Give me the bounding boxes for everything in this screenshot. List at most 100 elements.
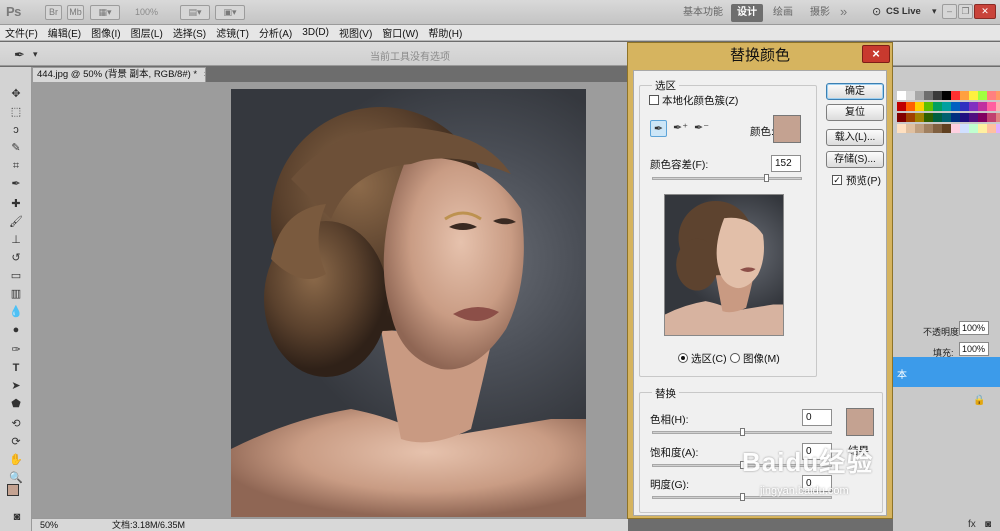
gradient-tool-icon[interactable]: ▥	[9, 287, 23, 301]
color-swatch[interactable]	[978, 91, 987, 100]
color-swatch[interactable]	[969, 91, 978, 100]
layer-lock-icon[interactable]: 🔒	[973, 395, 985, 406]
color-swatch[interactable]	[906, 102, 915, 111]
type-tool-icon[interactable]: T	[9, 361, 23, 375]
menu-file[interactable]: 文件(F)	[0, 25, 43, 40]
color-swatch[interactable]	[915, 91, 924, 100]
color-swatch[interactable]	[960, 102, 969, 111]
eyedropper-icon[interactable]: ✒	[9, 177, 23, 191]
menu-analysis[interactable]: 分析(A)	[254, 25, 297, 40]
color-swatch[interactable]	[996, 102, 1000, 111]
layer-fx-icon[interactable]: fx	[968, 519, 976, 530]
color-swatch[interactable]	[987, 91, 996, 100]
brush-tool-icon[interactable]: 🖌	[9, 215, 23, 229]
localized-clusters-checkbox[interactable]	[649, 95, 659, 105]
load-button[interactable]: 载入(L)...	[826, 129, 884, 146]
menu-help[interactable]: 帮助(H)	[423, 25, 467, 40]
menu-select[interactable]: 选择(S)	[168, 25, 211, 40]
color-swatch[interactable]	[942, 124, 951, 133]
eyedropper-tool-icon[interactable]: ✒	[14, 47, 25, 63]
color-swatch[interactable]	[969, 124, 978, 133]
layer-mask-icon[interactable]: ◙	[985, 519, 991, 530]
color-swatch[interactable]	[933, 102, 942, 111]
workspace-painting[interactable]: 绘画	[767, 4, 799, 22]
more-workspaces-icon[interactable]: »	[840, 4, 847, 19]
color-swatch[interactable]	[951, 113, 960, 122]
document-tab-close-icon[interactable]: ×	[204, 69, 205, 80]
ok-button[interactable]: 确定	[826, 83, 884, 100]
color-swatch[interactable]	[969, 113, 978, 122]
color-swatch[interactable]	[933, 91, 942, 100]
cslive-icon[interactable]: ⊙	[872, 5, 881, 18]
color-swatch[interactable]	[951, 91, 960, 100]
color-swatch[interactable]	[924, 91, 933, 100]
color-swatch[interactable]	[897, 124, 906, 133]
color-swatch[interactable]	[942, 113, 951, 122]
color-swatch[interactable]	[906, 124, 915, 133]
selection-color-swatch[interactable]	[773, 115, 801, 143]
layer-row-selected[interactable]: 本	[893, 357, 1000, 387]
color-swatch[interactable]	[960, 124, 969, 133]
color-swatch[interactable]	[933, 124, 942, 133]
color-swatch[interactable]	[987, 102, 996, 111]
color-swatch[interactable]	[969, 102, 978, 111]
color-swatch[interactable]	[996, 113, 1000, 122]
menu-layer[interactable]: 图层(L)	[126, 25, 168, 40]
menu-edit[interactable]: 编辑(E)	[43, 25, 86, 40]
swatches-panel[interactable]	[893, 87, 1000, 147]
foreground-color-swatch[interactable]	[7, 484, 19, 496]
menu-filter[interactable]: 滤镜(T)	[211, 25, 254, 40]
status-zoom[interactable]: 50%	[40, 519, 58, 531]
lightness-slider-thumb[interactable]	[740, 493, 745, 501]
minimize-button[interactable]: –	[942, 4, 957, 19]
fill-field[interactable]: 100%	[959, 342, 989, 356]
color-swatch[interactable]	[915, 124, 924, 133]
color-swatch[interactable]	[906, 113, 915, 122]
color-swatch[interactable]	[951, 102, 960, 111]
minibridge-button[interactable]: Mb	[67, 5, 84, 20]
eyedropper-add-icon[interactable]: ✒⁺	[672, 120, 689, 137]
lasso-tool-icon[interactable]: ↄ	[9, 123, 23, 137]
arrange-documents-button[interactable]: ▤▾	[180, 5, 210, 20]
menu-3d[interactable]: 3D(D)	[297, 27, 334, 38]
path-select-icon[interactable]: ➤	[9, 379, 23, 393]
eraser-tool-icon[interactable]: ▭	[9, 269, 23, 283]
restore-button[interactable]: ❐	[958, 4, 973, 19]
color-swatch[interactable]	[942, 91, 951, 100]
app-close-button[interactable]: ✕	[974, 4, 996, 19]
opacity-field[interactable]: 100%	[959, 321, 989, 335]
hue-slider-thumb[interactable]	[740, 428, 745, 436]
bridge-button[interactable]: Br	[45, 5, 62, 20]
menu-window[interactable]: 窗口(W)	[377, 25, 423, 40]
view-selection-radio[interactable]	[678, 353, 688, 363]
save-button[interactable]: 存储(S)...	[826, 151, 884, 168]
shape-tool-icon[interactable]: ⬟	[9, 397, 23, 411]
color-swatch[interactable]	[915, 102, 924, 111]
color-swatch[interactable]	[942, 102, 951, 111]
preview-checkbox[interactable]: ✓	[832, 175, 842, 185]
dodge-tool-icon[interactable]: ●	[9, 323, 23, 337]
color-swatch[interactable]	[951, 124, 960, 133]
menu-image[interactable]: 图像(I)	[86, 25, 125, 40]
reset-button[interactable]: 复位	[826, 104, 884, 121]
view-image-radio[interactable]	[730, 353, 740, 363]
eyedropper-subtract-icon[interactable]: ✒⁻	[693, 120, 710, 137]
fuzziness-slider[interactable]	[652, 174, 802, 182]
color-swatch[interactable]	[906, 91, 915, 100]
fuzziness-field[interactable]: 152	[771, 155, 801, 172]
screen-mode-button[interactable]: ▣▾	[215, 5, 245, 20]
color-swatch[interactable]	[897, 91, 906, 100]
workspace-essentials[interactable]: 基本功能	[677, 4, 729, 22]
portrait-photo[interactable]	[231, 89, 586, 517]
hand-tool-icon[interactable]: ✋	[9, 453, 23, 467]
workspace-design[interactable]: 设计	[731, 4, 763, 22]
eyedropper-sample-icon[interactable]: ✒	[650, 120, 667, 137]
pen-tool-icon[interactable]: ✑	[9, 343, 23, 357]
color-swatch[interactable]	[924, 124, 933, 133]
cslive-dropdown-icon[interactable]: ▾	[932, 6, 937, 17]
color-swatch[interactable]	[960, 91, 969, 100]
tool-preset-dropdown-icon[interactable]: ▾	[33, 49, 38, 60]
color-swatch[interactable]	[978, 102, 987, 111]
document-tab[interactable]: 444.jpg @ 50% (背景 副本, RGB/8#) * ×	[32, 67, 206, 82]
zoom-tool-icon[interactable]: 🔍	[9, 471, 23, 485]
